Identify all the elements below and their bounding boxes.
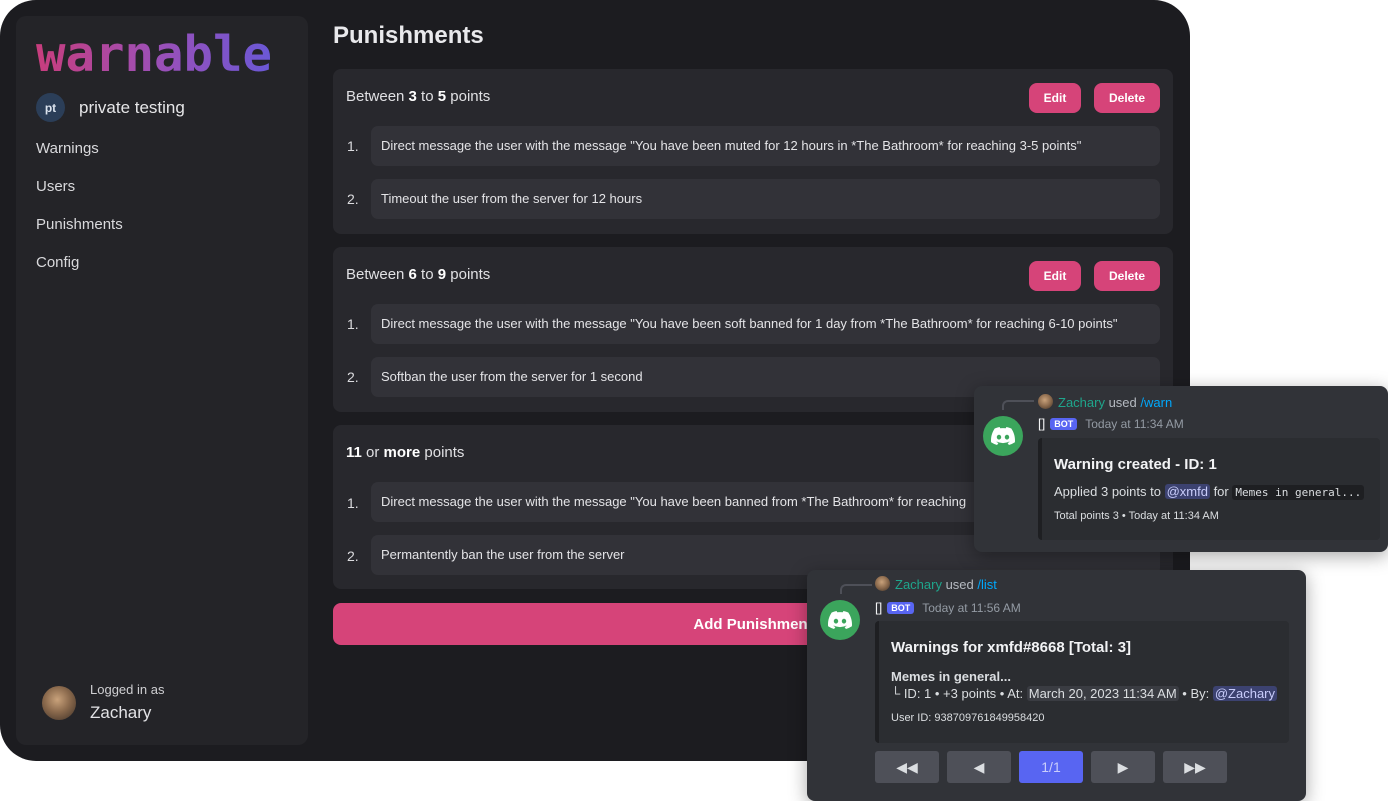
logged-in-name: Zachary bbox=[90, 703, 152, 722]
action-number: 2. bbox=[347, 548, 359, 564]
reply-connector bbox=[1002, 400, 1034, 410]
action-item: Direct message the user with the message… bbox=[371, 126, 1160, 166]
prev-page-button[interactable]: ◀ bbox=[947, 751, 1011, 783]
punishment-range: Between 3 to 5 points bbox=[346, 88, 491, 105]
page-indicator-button[interactable]: 1/1 bbox=[1019, 751, 1083, 783]
command-user[interactable]: Zachary bbox=[895, 577, 942, 592]
command-usage: Zachary used /list bbox=[875, 576, 997, 592]
action-number: 2. bbox=[347, 369, 359, 385]
message-header: [] BOT Today at 11:34 AM bbox=[1038, 416, 1184, 431]
warn-embed: Warning created - ID: 1 Applied 3 points… bbox=[1038, 438, 1380, 540]
sidebar-nav: Warnings Users Punishments Config bbox=[36, 140, 123, 292]
discord-bot-avatar[interactable] bbox=[983, 416, 1023, 456]
user-mention[interactable]: @Zachary bbox=[1212, 686, 1278, 701]
embed-title: Warnings for xmfd#8668 [Total: 3] bbox=[891, 639, 1132, 656]
first-page-button[interactable]: ◀◀ bbox=[875, 751, 939, 783]
bot-name[interactable]: [] bbox=[875, 600, 882, 615]
action-number: 2. bbox=[347, 191, 359, 207]
command-name[interactable]: /list bbox=[977, 577, 997, 592]
user-mention[interactable]: @xmfd bbox=[1164, 484, 1210, 499]
server-name: private testing bbox=[79, 97, 185, 117]
message-header: [] BOT Today at 11:56 AM bbox=[875, 600, 1021, 615]
command-user[interactable]: Zachary bbox=[1058, 395, 1105, 410]
message-timestamp: Today at 11:34 AM bbox=[1085, 416, 1184, 431]
last-page-button[interactable]: ▶▶ bbox=[1163, 751, 1227, 783]
punishment-card: Between 3 to 5 points Edit Delete 1. Dir… bbox=[333, 69, 1173, 234]
embed-footer: Total points 3 • Today at 11:34 AM bbox=[1054, 510, 1219, 522]
discord-icon bbox=[991, 427, 1015, 445]
sidebar-item-users[interactable]: Users bbox=[36, 178, 123, 216]
action-number: 1. bbox=[347, 495, 359, 511]
sidebar-item-warnings[interactable]: Warnings bbox=[36, 140, 123, 178]
message-timestamp: Today at 11:56 AM bbox=[922, 600, 1021, 615]
discord-bot-avatar[interactable] bbox=[820, 600, 860, 640]
avatar bbox=[1038, 394, 1053, 409]
avatar bbox=[875, 576, 890, 591]
server-selector[interactable]: pt private testing bbox=[36, 93, 185, 122]
avatar bbox=[42, 685, 76, 720]
reply-connector bbox=[840, 584, 872, 594]
punishment-range: 11 or more points bbox=[346, 444, 465, 461]
bot-name[interactable]: [] bbox=[1038, 416, 1045, 431]
action-item: Direct message the user with the message… bbox=[371, 304, 1160, 344]
list-embed: Warnings for xmfd#8668 [Total: 3] Memes … bbox=[875, 621, 1289, 743]
command-usage: Zachary used /warn bbox=[1038, 394, 1172, 410]
discord-icon bbox=[828, 611, 852, 629]
warning-date: March 20, 2023 11:34 AM bbox=[1026, 686, 1179, 701]
command-name[interactable]: /warn bbox=[1140, 395, 1172, 410]
sidebar-item-punishments[interactable]: Punishments bbox=[36, 216, 123, 254]
sidebar: warnable pt private testing Warnings Use… bbox=[16, 16, 308, 745]
logged-in-label: Logged in as bbox=[90, 682, 165, 697]
edit-button[interactable]: Edit bbox=[1029, 83, 1081, 113]
action-number: 1. bbox=[347, 138, 359, 154]
bot-tag: BOT bbox=[1050, 417, 1078, 430]
edit-button[interactable]: Edit bbox=[1029, 261, 1081, 291]
discord-warn-message: Zachary used /warn [] BOT Today at 11:34 A… bbox=[974, 386, 1388, 552]
bot-tag: BOT bbox=[887, 601, 915, 614]
reason-code: Memes in general... bbox=[1232, 485, 1365, 500]
delete-button[interactable]: Delete bbox=[1094, 83, 1160, 113]
server-icon: pt bbox=[36, 93, 65, 122]
next-page-button[interactable]: ▶ bbox=[1091, 751, 1155, 783]
embed-title: Warning created - ID: 1 bbox=[1054, 456, 1217, 473]
warning-entry-title: Memes in general... bbox=[891, 669, 1011, 684]
embed-footer: User ID: 938709761849958420 bbox=[891, 712, 1045, 724]
delete-button[interactable]: Delete bbox=[1094, 261, 1160, 291]
sidebar-item-config[interactable]: Config bbox=[36, 254, 123, 292]
action-item: Timeout the user from the server for 12 … bbox=[371, 179, 1160, 219]
app-logo[interactable]: warnable bbox=[36, 26, 272, 83]
punishment-range: Between 6 to 9 points bbox=[346, 266, 491, 283]
embed-body: Applied 3 points to @xmfd for Memes in g… bbox=[1054, 484, 1365, 500]
logged-in-user: Logged in as Zachary bbox=[42, 682, 164, 723]
page-title: Punishments bbox=[333, 22, 484, 49]
action-number: 1. bbox=[347, 316, 359, 332]
warning-entry-detail: └ ID: 1 • +3 points • At: March 20, 2023… bbox=[891, 686, 1278, 701]
